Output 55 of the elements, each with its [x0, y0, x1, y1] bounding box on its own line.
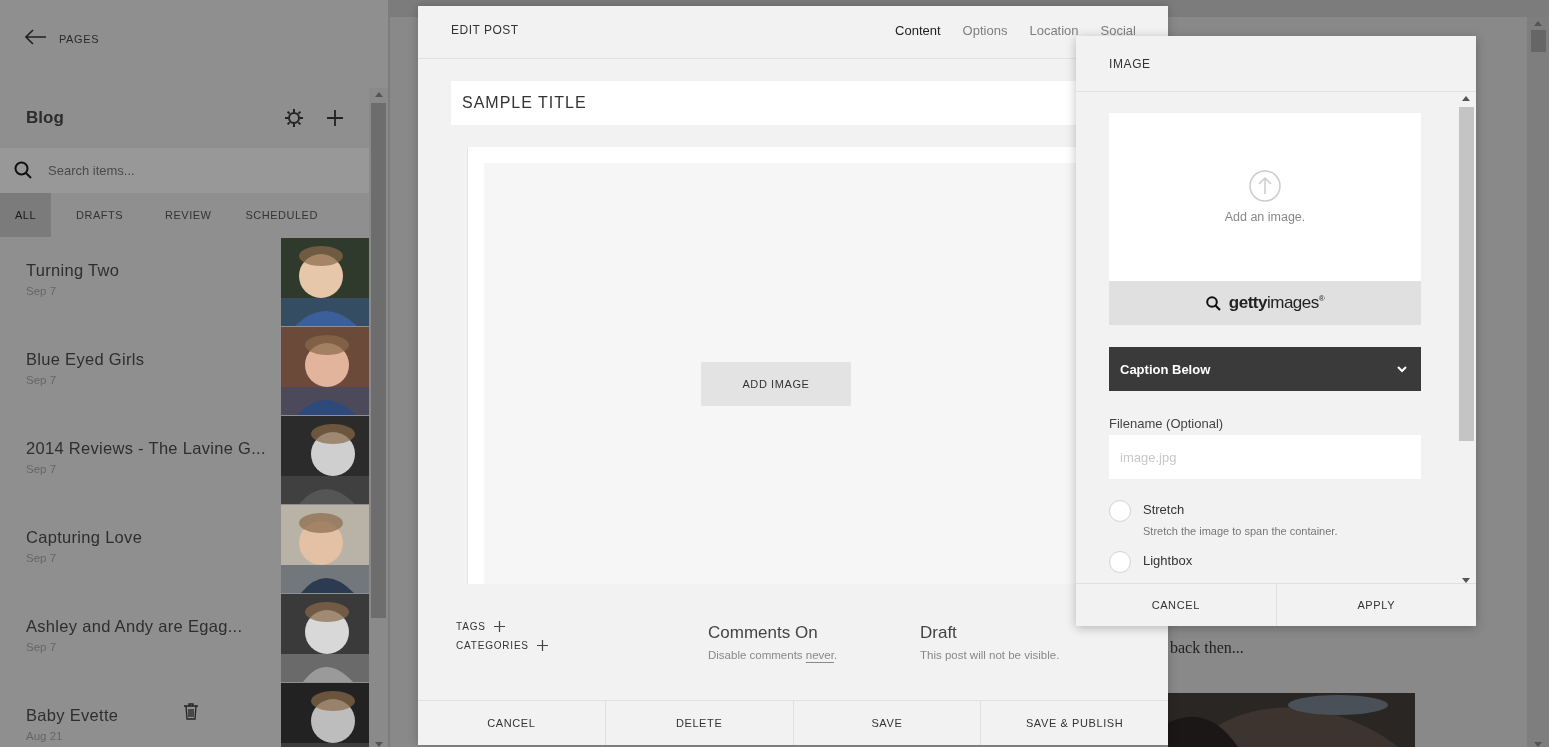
page-text: back then...: [1170, 639, 1245, 657]
stock-search-button[interactable]: gettyimages$^{®}$: [1109, 281, 1421, 325]
scrollbar-thumb[interactable]: [1458, 107, 1474, 441]
add-icon[interactable]: [493, 621, 505, 632]
filter-tab[interactable]: ALL: [0, 193, 52, 237]
dialog-tab[interactable]: Social: [1078, 23, 1136, 38]
footer-button[interactable]: DELETE: [604, 701, 793, 745]
dialog-tab[interactable]: Options: [940, 23, 1008, 38]
upload-area[interactable]: Add an image.: [1109, 113, 1421, 281]
chevron-down-icon: [1397, 365, 1407, 373]
post-title[interactable]: 2014 Reviews - The Lavine G...: [26, 439, 281, 458]
radio-button[interactable]: [1109, 551, 1131, 573]
scrollbar-thumb[interactable]: [371, 103, 386, 618]
footer-button[interactable]: SAVE: [792, 701, 981, 745]
search-icon: [1205, 295, 1221, 311]
option-label: Stretch: [1143, 502, 1186, 517]
add-icon[interactable]: [536, 640, 548, 651]
status-text: This post will not be visible.: [920, 649, 1061, 661]
scroll-up-icon[interactable]: [1462, 96, 1470, 101]
status-heading[interactable]: Draft: [920, 623, 1120, 643]
panel-title: IMAGE: [1109, 56, 1151, 71]
post-title[interactable]: Blue Eyed Girls: [26, 350, 281, 369]
back-link[interactable]: PAGES: [59, 29, 100, 49]
footer-button[interactable]: CANCEL: [418, 701, 605, 745]
option-label: Lightbox: [1143, 553, 1193, 568]
trash-icon[interactable]: [184, 703, 198, 720]
scrollbar-thumb[interactable]: [1530, 30, 1546, 52]
post-title[interactable]: Capturing Love: [26, 528, 281, 547]
tags-label: TAGS: [456, 621, 486, 632]
post-title[interactable]: Turning Two: [26, 261, 281, 280]
option-description: Stretch the image to span the container.: [1143, 525, 1338, 537]
collection-title: Blog: [26, 108, 65, 128]
footer-button[interactable]: APPLY: [1275, 584, 1476, 626]
upload-hint: Add an image.: [1224, 210, 1306, 224]
back-arrow-icon[interactable]: [25, 29, 47, 45]
footer-button[interactable]: SAVE & PUBLISH: [980, 701, 1168, 745]
post-title[interactable]: Ashley and Andy are Egag...: [26, 617, 281, 636]
comments-text: Disable comments never.: [708, 649, 839, 661]
settings-icon[interactable]: [285, 109, 303, 127]
field-label: Filename (Optional): [1109, 416, 1225, 431]
never-link[interactable]: never: [805, 649, 834, 661]
categories-label: CATEGORIES: [456, 640, 529, 651]
dialog-tab[interactable]: Content: [873, 23, 941, 38]
dialog-title: EDIT POST: [451, 23, 520, 38]
search-icon: [14, 161, 32, 179]
caption-select[interactable]: Caption Below: [1109, 347, 1421, 391]
post-title[interactable]: Baby Evette: [26, 706, 281, 725]
comments-heading[interactable]: Comments On: [708, 623, 920, 643]
upload-icon: [1249, 170, 1281, 202]
dialog-tab[interactable]: Location: [1007, 23, 1079, 38]
footer-button[interactable]: CANCEL: [1076, 584, 1276, 626]
search-field[interactable]: Search items...: [0, 148, 369, 193]
radio-button[interactable]: [1109, 500, 1131, 522]
add-image-button[interactable]: ADD IMAGE: [701, 361, 851, 406]
add-icon[interactable]: [327, 110, 343, 126]
